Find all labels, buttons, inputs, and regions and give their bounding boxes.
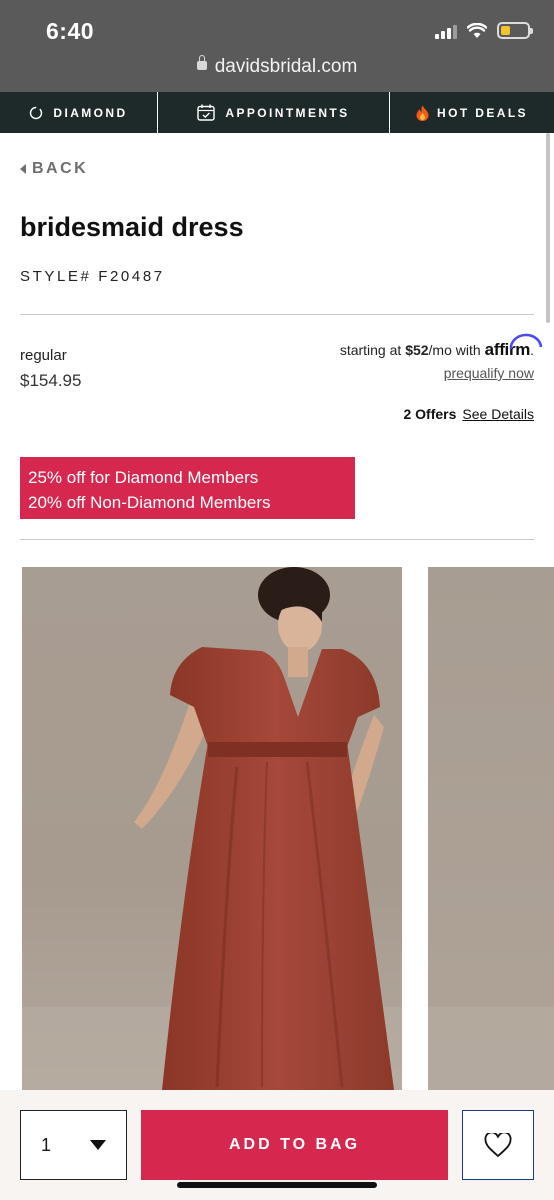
- quantity-value: 1: [41, 1134, 52, 1155]
- product-image-main[interactable]: [22, 567, 402, 1090]
- promo-line-1: 25% off for Diamond Members: [28, 468, 259, 487]
- url-bar[interactable]: davidsbridal.com: [0, 55, 554, 78]
- promo-line-2: 20% off Non-Diamond Members: [28, 493, 271, 512]
- affirm-amount: $52: [405, 342, 429, 358]
- price-value: $154.95: [20, 371, 82, 390]
- fire-icon: [416, 105, 429, 121]
- top-nav: DIAMOND APPOINTMENTS HOT DEALS: [0, 92, 554, 133]
- affirm-logo: affirm: [485, 333, 542, 360]
- price-label: regular: [20, 347, 67, 364]
- diamond-ring-icon: [29, 106, 43, 120]
- heart-icon: [484, 1132, 512, 1157]
- nav-appointments[interactable]: APPOINTMENTS: [157, 92, 389, 133]
- promo-banner: 25% off for Diamond Members 20% off Non-…: [20, 457, 355, 519]
- status-bar: 6:40 davidsbridal.com: [0, 0, 554, 92]
- scrollbar-thumb[interactable]: [546, 133, 550, 323]
- signal-icon: [435, 23, 457, 39]
- lock-icon: [196, 55, 207, 70]
- back-link[interactable]: BACK: [20, 160, 88, 178]
- product-title: bridesmaid dress: [20, 212, 244, 242]
- model-in-rust-dress-image: [22, 567, 402, 1090]
- affirm-suffix: /mo with: [428, 342, 481, 358]
- battery-icon: [497, 22, 533, 39]
- status-time: 6:40: [46, 18, 95, 44]
- status-icons: [435, 22, 533, 39]
- nav-hot-deals-label: HOT DEALS: [437, 105, 528, 120]
- caret-down-icon: [90, 1140, 106, 1150]
- nav-diamond[interactable]: DIAMOND: [0, 92, 157, 133]
- divider: [20, 314, 534, 315]
- wishlist-button[interactable]: [462, 1110, 534, 1180]
- see-details-link[interactable]: See Details: [462, 406, 534, 422]
- add-to-bag-button[interactable]: ADD TO BAG: [141, 1110, 448, 1180]
- offers-row: 2 Offers See Details: [403, 406, 534, 422]
- prequalify-link[interactable]: prequalify now: [444, 365, 534, 381]
- wifi-icon: [467, 22, 487, 38]
- next-product-image: [428, 1007, 554, 1090]
- quantity-select[interactable]: 1: [20, 1110, 127, 1180]
- back-label: BACK: [32, 160, 89, 177]
- back-arrow-icon: [20, 164, 26, 174]
- nav-hot-deals[interactable]: HOT DEALS: [389, 92, 554, 133]
- style-number: STYLE# F20487: [20, 268, 165, 285]
- product-image-next[interactable]: [428, 567, 554, 1090]
- home-indicator: [177, 1182, 377, 1188]
- affirm-financing: starting at $52/mo with affirm .: [339, 333, 542, 360]
- offers-count: 2 Offers: [403, 406, 457, 422]
- divider: [20, 539, 534, 540]
- calendar-icon: [197, 104, 216, 121]
- nav-appointments-label: APPOINTMENTS: [225, 105, 350, 120]
- url-text: davidsbridal.com: [214, 56, 358, 77]
- nav-diamond-label: DIAMOND: [53, 105, 128, 120]
- affirm-prefix: starting at: [339, 342, 402, 358]
